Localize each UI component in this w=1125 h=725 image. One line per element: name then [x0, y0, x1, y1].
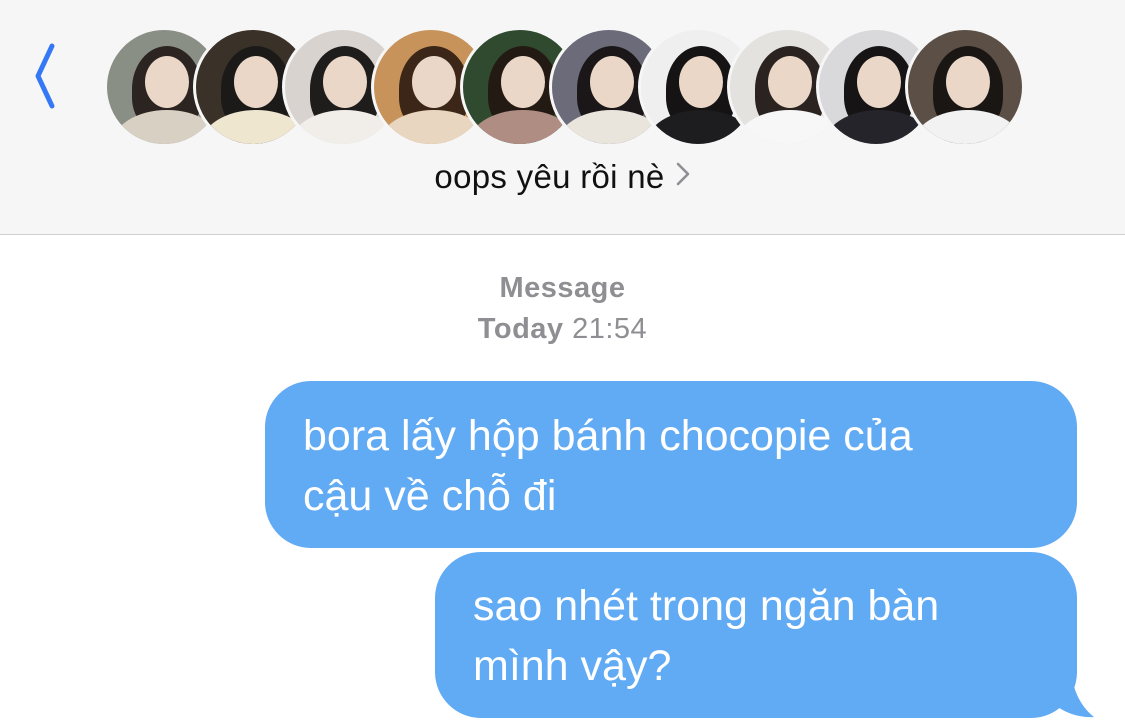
- avatar[interactable]: [905, 27, 1025, 147]
- message-bubble[interactable]: sao nhét trong ngăn bàn mình vậy?: [435, 552, 1077, 718]
- timestamp-day: Today: [477, 313, 564, 345]
- message-text-line: bora lấy hộp bánh chocopie của: [303, 412, 913, 460]
- group-name-button[interactable]: oops yêu rồi nè: [0, 158, 1125, 198]
- group-name: oops yêu rồi nè: [434, 158, 665, 195]
- message-text-line: mình vậy?: [473, 642, 672, 690]
- message-bubble[interactable]: bora lấy hộp bánh chocopie của cậu về ch…: [265, 381, 1077, 548]
- timestamp: Today 21:54: [0, 313, 1125, 346]
- bubble-tail: [1050, 672, 1094, 718]
- message-text-line: sao nhét trong ngăn bàn: [473, 582, 940, 630]
- chevron-right-icon: [675, 157, 691, 195]
- conversation-header: oops yêu rồi nè: [0, 0, 1125, 235]
- service-label: Message: [499, 272, 626, 304]
- participant-avatars[interactable]: [104, 27, 1025, 147]
- chevron-left-icon: [35, 43, 55, 109]
- timestamp-time: 21:54: [572, 313, 648, 345]
- message-text-line: cậu về chỗ đi: [303, 472, 557, 520]
- back-button[interactable]: [24, 36, 72, 116]
